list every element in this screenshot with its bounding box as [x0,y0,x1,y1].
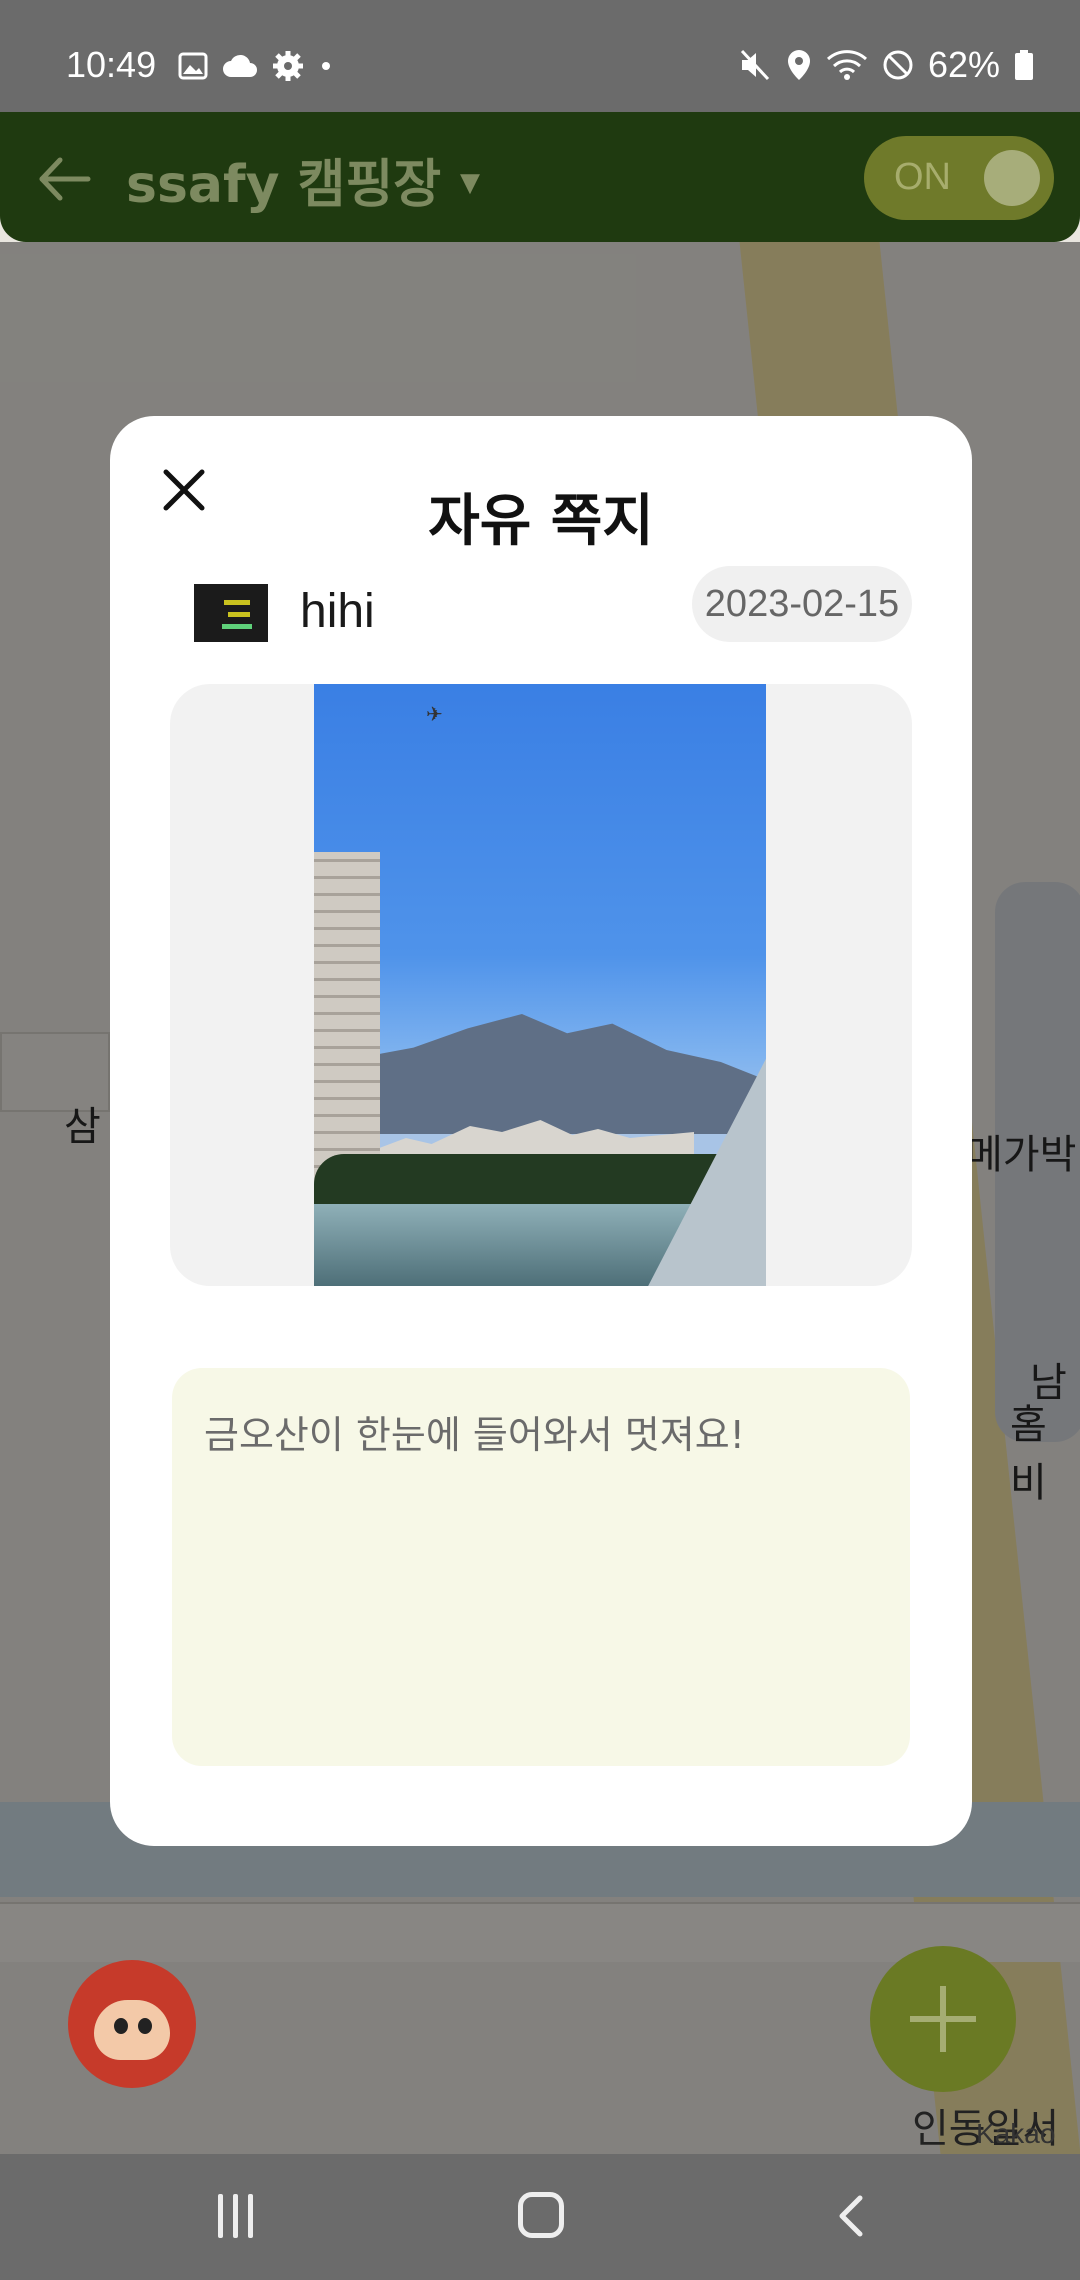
dnd-icon [883,50,913,80]
date-badge: 2023-02-15 [692,566,912,642]
battery-icon [1015,50,1033,80]
recent-apps-button[interactable] [218,2194,253,2238]
location-icon [787,50,810,80]
note-photo[interactable]: ✈ [314,684,766,1286]
author-avatar [194,584,268,642]
wifi-icon [826,50,867,80]
status-bar: 10:49 62% [0,0,1080,112]
photo-mountain [314,1014,766,1134]
mascot-eye [138,2018,152,2034]
visibility-toggle[interactable]: ON [864,136,1054,220]
app-header: ssafy 캠핑장 ▼ ON [0,112,1080,242]
caret-down-icon[interactable]: ▼ [460,168,480,198]
message-text: 금오산이 한눈에 들어와서 멋져요! [204,1413,745,1457]
settings-icon [273,51,303,81]
back-button[interactable] [832,2194,872,2238]
mascot-avatar[interactable] [68,1960,196,2088]
home-button[interactable] [518,2192,564,2238]
photo-building [314,852,380,1182]
toggle-knob [984,150,1040,206]
kakao-watermark: Kakao [976,2118,1056,2149]
battery-percent: 62% [927,44,1000,85]
note-dialog: 자유 쪽지 hihi 2023-02-15 ✈ 금오산이 한눈에 들어와서 멋져… [110,416,972,1846]
mascot-eye [114,2018,128,2034]
campsite-selector[interactable]: ssafy 캠핑장 [126,142,441,217]
photo-container: ✈ [170,684,912,1286]
author-name: hihi [300,585,375,638]
gallery-icon [178,52,208,80]
mascot-face [94,2000,170,2060]
cloud-icon [223,54,257,77]
back-arrow-icon[interactable] [36,150,94,208]
mute-icon [740,49,770,81]
status-right: 62% [738,44,1034,86]
helicopter-icon: ✈ [426,702,443,726]
dot-icon [322,62,330,70]
dialog-title: 자유 쪽지 [428,489,654,554]
toggle-label: ON [894,156,951,198]
message-box: 금오산이 한눈에 들어와서 멋져요! [172,1368,910,1766]
status-left-icons [178,50,334,82]
navigation-bar [0,2154,1080,2280]
add-note-button[interactable] [870,1946,1016,2092]
status-time: 10:49 [66,44,157,85]
